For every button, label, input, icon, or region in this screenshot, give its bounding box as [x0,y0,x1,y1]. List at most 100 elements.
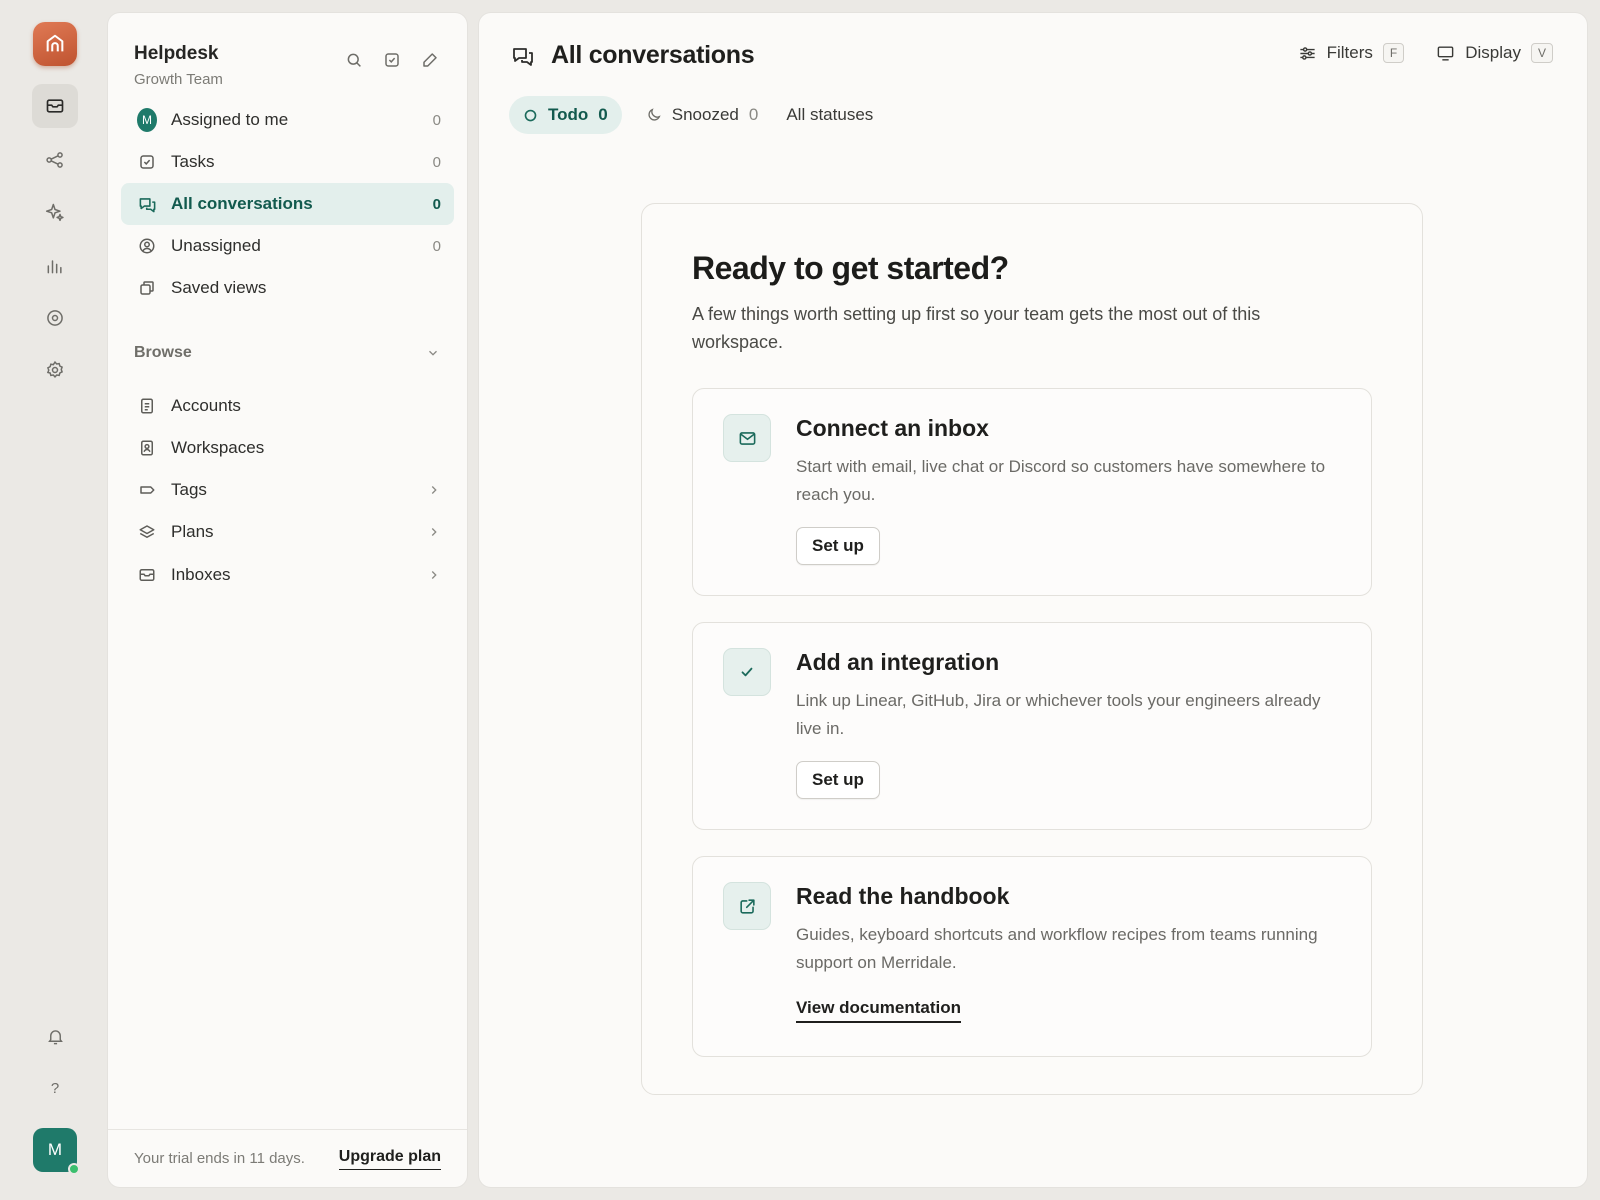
chevron-right-icon [427,525,441,539]
checkbox-icon [137,152,157,172]
sidebar-item-label: Tasks [171,152,215,171]
share-icon[interactable] [32,138,78,182]
moon-icon [646,107,662,123]
search-icon[interactable] [343,49,365,71]
trial-footer: Your trial ends in 11 days. Upgrade plan [108,1129,467,1187]
monitor-icon [1436,44,1455,63]
page-title: All conversations [551,41,755,69]
bar-chart-icon[interactable] [32,244,78,288]
sidebar-item-count: 0 [432,195,441,213]
sidebar-item-accounts[interactable]: Accounts [121,385,454,427]
sparkle-icon[interactable] [32,190,78,234]
trial-notice: Your trial ends in 11 days. [134,1150,305,1167]
sliders-icon [1298,44,1317,63]
onboarding-panel: Ready to get started? A few things worth… [641,203,1423,1095]
filters-shortcut: F [1382,43,1405,63]
status-tabs: Todo 0 Snoozed 0 All statuses [509,96,877,134]
task-check-icon[interactable] [381,49,403,71]
connect-inbox-card: Connect an inbox Start with email, live … [692,388,1372,596]
add-integration-card: Add an integration Link up Linear, GitHu… [692,622,1372,830]
tab-all-statuses[interactable]: All statuses [782,96,877,134]
copy-icon [137,278,157,298]
sidebar-item-count: 0 [432,111,441,129]
target-icon[interactable] [32,296,78,340]
display-shortcut: V [1530,43,1553,63]
display-button[interactable]: Display V [1436,43,1553,63]
sidebar-item-count: 0 [432,237,441,255]
mail-icon [723,414,771,462]
sidebar-item-label: Inboxes [171,565,231,584]
sidebar-item-count: 0 [432,153,441,171]
home-icon[interactable] [33,22,77,66]
help-button[interactable]: ? [32,1066,78,1110]
display-label: Display [1465,43,1521,62]
online-status-dot [68,1163,80,1175]
check-icon [723,648,771,696]
browse-label: Browse [134,344,192,361]
avatar-initial: M [47,1140,63,1159]
document-icon [137,396,157,416]
onboarding-intro: A few things worth setting up first so y… [692,304,1261,352]
sidebar-item-tags[interactable]: Tags [121,469,454,511]
main-panel: All conversations Filters F Display V To… [479,13,1587,1187]
external-link-icon [723,882,771,930]
card-description: Link up Linear, GitHub, Jira or whicheve… [796,691,1321,738]
user-circle-icon [137,236,157,256]
compose-icon[interactable] [419,49,441,71]
inbox-icon [137,565,157,585]
card-title: Read the handbook [796,883,1010,909]
browse-section-header[interactable]: Browse [134,344,440,362]
sidebar-item-inboxes[interactable]: Inboxes [121,554,454,596]
tab-label: Snoozed [671,105,739,124]
tab-snoozed[interactable]: Snoozed 0 [642,96,763,134]
tab-label: All statuses [786,105,874,124]
chat-bubbles-icon [511,44,535,68]
tab-count: 0 [748,105,759,124]
sidebar-item-unassigned[interactable]: Unassigned 0 [121,225,454,267]
inbox-icon[interactable] [32,84,78,128]
workspace-header[interactable]: Helpdesk Growth Team [134,43,223,88]
contact-card-icon [137,438,157,458]
sidebar-item-workspaces[interactable]: Workspaces [121,427,454,469]
avatar-icon: M [137,108,157,132]
sidebar-item-label: Saved views [171,278,267,297]
sidebar-item-all-conversations[interactable]: All conversations 0 [121,183,454,225]
gear-icon[interactable] [32,348,78,392]
upgrade-plan-link[interactable]: Upgrade plan [338,1148,441,1170]
sidebar-item-saved-views[interactable]: Saved views [121,267,454,309]
bell-icon[interactable] [32,1014,78,1058]
sidebar: Helpdesk Growth Team M Assigned to me 0 … [108,13,467,1187]
card-description: Guides, keyboard shortcuts and workflow … [796,925,1318,972]
onboarding-heading: Ready to get started? [692,250,1009,286]
sidebar-item-label: All conversations [171,194,313,213]
add-integration-setup-button[interactable]: Set up [796,761,880,799]
sidebar-actions [343,49,441,71]
tag-icon [137,480,157,500]
view-documentation-link[interactable]: View documentation [796,998,961,1023]
chevron-right-icon [427,568,441,582]
circle-icon [523,108,538,123]
chevron-down-icon [426,346,440,360]
workspace-subtitle: Growth Team [134,71,223,88]
sidebar-item-label: Tags [171,480,207,499]
sidebar-item-label: Workspaces [171,438,265,457]
sidebar-item-assigned-to-me[interactable]: M Assigned to me 0 [121,99,454,141]
tab-count: 0 [598,105,608,124]
page-header: All conversations [511,41,755,70]
sidebar-item-label: Plans [171,522,214,541]
tab-label: Todo [548,105,589,124]
layers-icon [137,522,157,542]
sidebar-item-plans[interactable]: Plans [121,511,454,553]
connect-inbox-setup-button[interactable]: Set up [796,527,880,565]
workspace-title: Helpdesk [134,43,219,64]
filters-label: Filters [1326,43,1373,62]
tab-todo[interactable]: Todo 0 [509,96,622,134]
sidebar-item-label: Assigned to me [171,110,289,129]
sidebar-item-tasks[interactable]: Tasks 0 [121,141,454,183]
filters-button[interactable]: Filters F [1298,43,1405,63]
chevron-right-icon [427,483,441,497]
user-avatar[interactable]: M [33,1128,80,1175]
app-rail: ? M [0,0,108,1200]
header-actions: Filters F Display V [1298,43,1553,63]
sidebar-item-label: Accounts [171,396,241,415]
